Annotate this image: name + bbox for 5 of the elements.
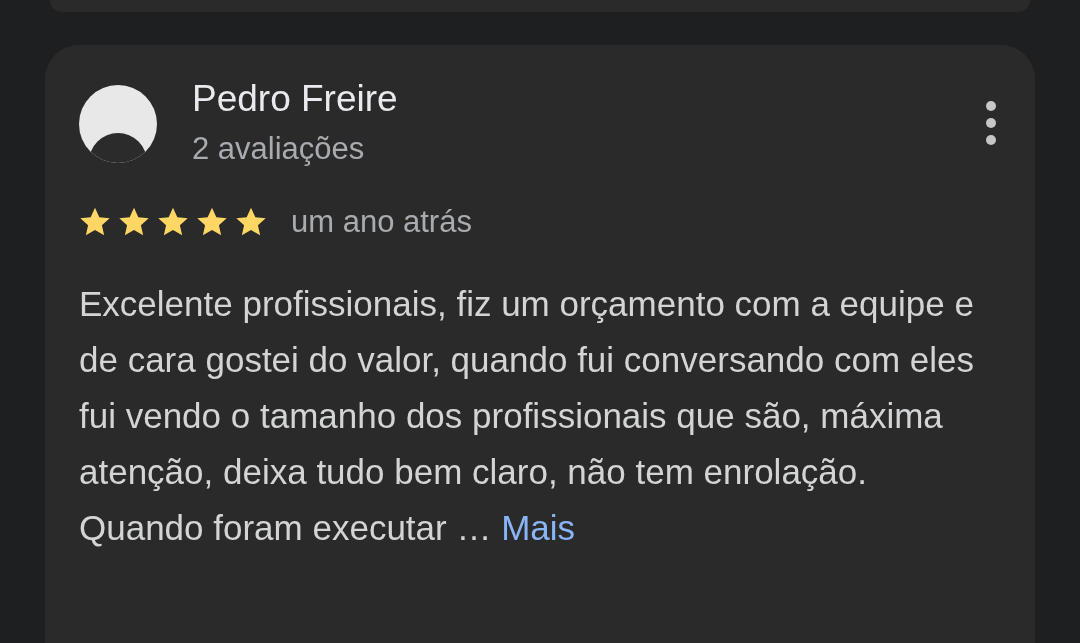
review-time: um ano atrás	[291, 203, 472, 241]
author-name[interactable]: Pedro Freire	[192, 83, 398, 115]
more-link[interactable]: Mais	[501, 507, 576, 547]
review-text: Excelente profissionais, fiz um orçamento com a equipe e de cara gostei do valor, quando fui conversando com eles fui vendo o tamanho dos profissionais que são, máxima atenção, deixa tudo bem claro, não tem enrolação. Quando foram executar … Mais	[79, 282, 975, 549]
author-review-count: 2 avaliações	[192, 131, 366, 167]
